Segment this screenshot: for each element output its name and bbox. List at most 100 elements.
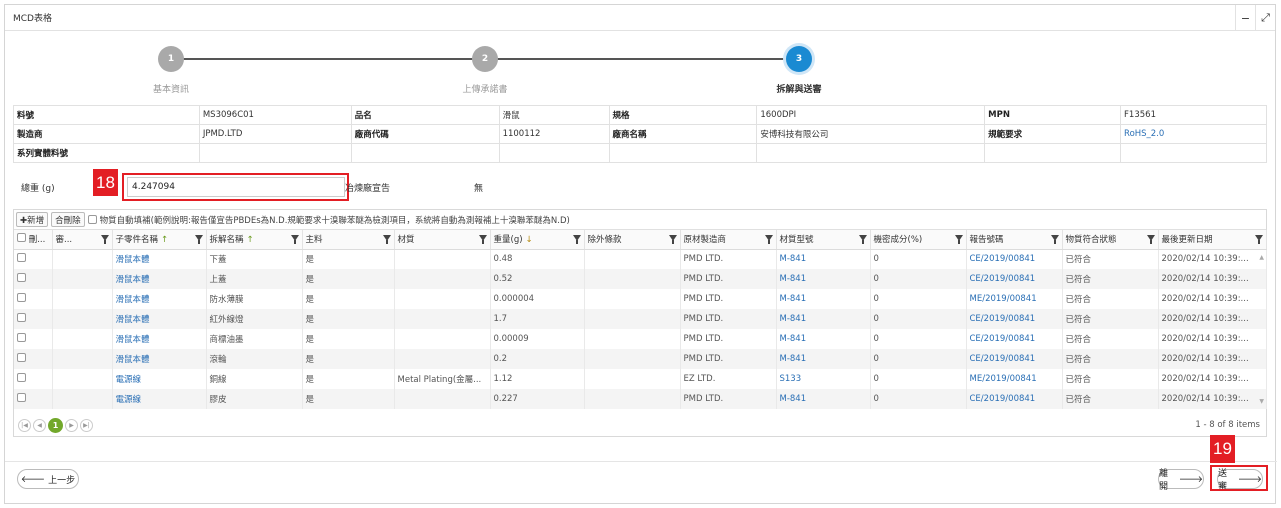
filter-icon[interactable]	[1050, 235, 1059, 244]
table-cell: 紅外線燈	[206, 309, 303, 329]
filter-icon[interactable]	[954, 235, 963, 244]
material-model-link[interactable]: M-841	[776, 329, 871, 349]
filter-icon[interactable]	[572, 235, 581, 244]
col-header-material[interactable]: 材質	[394, 230, 491, 250]
subpart-link[interactable]: 滑鼠本體	[112, 249, 207, 269]
table-cell	[584, 389, 681, 409]
subpart-link[interactable]: 滑鼠本體	[112, 329, 207, 349]
report-number-link[interactable]: CE/2019/00841	[966, 329, 1063, 349]
minimize-icon[interactable]: −	[1235, 5, 1255, 31]
first-page-icon[interactable]: |◀	[18, 418, 31, 432]
report-number-link[interactable]: ME/2019/00841	[966, 289, 1063, 309]
row-checkbox[interactable]	[17, 313, 26, 322]
scroll-up-icon[interactable]: ▲	[1259, 254, 1264, 261]
material-model-link[interactable]: M-841	[776, 309, 871, 329]
submit-review-button[interactable]: 送審 🡒	[1217, 469, 1263, 492]
row-checkbox[interactable]	[17, 253, 26, 263]
filter-icon[interactable]	[668, 235, 677, 244]
label-product-name: 品名	[350, 105, 500, 125]
subpart-link[interactable]: 電源線	[112, 369, 207, 389]
regulation-link[interactable]: RoHS_2.0	[1120, 124, 1267, 144]
filter-icon[interactable]	[764, 235, 773, 244]
material-model-link[interactable]: M-841	[776, 349, 871, 369]
scroll-down-icon[interactable]: ▼	[1259, 398, 1264, 405]
col-header-weight[interactable]: 重量(g) ↓	[490, 230, 585, 250]
select-all-checkbox[interactable]	[17, 233, 26, 243]
subpart-link[interactable]: 滑鼠本體	[112, 349, 207, 369]
value-product-name: 滑鼠	[498, 105, 610, 125]
col-header-exemption[interactable]: 除外條款	[584, 230, 681, 250]
table-row[interactable]: 電源線 銅線是 Metal Plating(金屬... 1.12 EZ LTD. S133…	[14, 369, 1267, 389]
col-header-review[interactable]: 審...	[52, 230, 113, 250]
row-checkbox[interactable]	[17, 333, 26, 342]
row-checkbox[interactable]	[17, 293, 26, 302]
col-header-subpart[interactable]: 子零件名稱 ↑	[112, 230, 207, 250]
expand-icon[interactable]: ⤢	[1255, 5, 1275, 31]
table-cell: 防水薄膜	[206, 289, 303, 309]
table-row[interactable]: 滑鼠本體 滾輪是 0.2 PMD LTD. M-841 0 CE/2019/00841 已符合…	[14, 349, 1267, 369]
col-header-disassembly[interactable]: 拆解名稱 ↑	[206, 230, 303, 250]
report-number-link[interactable]: CE/2019/00841	[966, 309, 1063, 329]
step-3-circle: 3	[786, 46, 812, 72]
table-cell	[584, 309, 681, 329]
col-header-report-no[interactable]: 報告號碼	[966, 230, 1063, 250]
total-weight-input[interactable]	[127, 177, 345, 197]
subpart-link[interactable]: 滑鼠本體	[112, 269, 207, 289]
report-number-link[interactable]: CE/2019/00841	[966, 389, 1063, 409]
filter-icon[interactable]	[1254, 235, 1263, 244]
col-header-updated[interactable]: 最後更新日期	[1158, 230, 1267, 250]
table-row[interactable]: 滑鼠本體 商標油墨是 0.00009 PMD LTD. M-841 0 CE/2019/00…	[14, 329, 1267, 349]
table-cell: 2020/02/14 10:39:...	[1158, 249, 1267, 269]
filter-icon[interactable]	[382, 235, 391, 244]
subpart-link[interactable]: 滑鼠本體	[112, 289, 207, 309]
sort-desc-icon: ↓	[525, 235, 533, 246]
subpart-link[interactable]: 電源線	[112, 389, 207, 409]
table-row[interactable]: 電源線 膠皮是 0.227 PMD LTD. M-841 0 CE/2019/00841 已符…	[14, 389, 1267, 409]
value-vendor-code: 1100112	[498, 124, 610, 144]
col-header-compliance[interactable]: 物質符合狀態	[1062, 230, 1159, 250]
table-cell: 上蓋	[206, 269, 303, 289]
leave-button[interactable]: 離開 🡒	[1158, 469, 1204, 492]
table-row[interactable]: 滑鼠本體 防水薄膜是 0.000004 PMD LTD. M-841 0 ME/2019/0…	[14, 289, 1267, 309]
page-number-button[interactable]: 1	[48, 417, 63, 433]
delete-button[interactable]: 合刪除	[51, 212, 85, 227]
report-number-link[interactable]: CE/2019/00841	[966, 249, 1063, 269]
material-model-link[interactable]: M-841	[776, 389, 871, 409]
col-header-delete[interactable]: 刪...	[14, 230, 53, 250]
filter-icon[interactable]	[290, 235, 299, 244]
row-checkbox[interactable]	[17, 353, 26, 362]
table-row[interactable]: 滑鼠本體 上蓋是 0.52 PMD LTD. M-841 0 CE/2019/00841 已符…	[14, 269, 1267, 289]
next-page-icon[interactable]: ▶	[65, 418, 78, 432]
row-checkbox[interactable]	[17, 393, 26, 402]
material-model-link[interactable]: M-841	[776, 249, 871, 269]
table-row[interactable]: 滑鼠本體 紅外線燈是 1.7 PMD LTD. M-841 0 CE/2019/00841 已…	[14, 309, 1267, 329]
value-mpn: F13561	[1120, 105, 1267, 125]
info-row: 料號 MS3096C01 品名 滑鼠 規格 1600DPI MPN F13561	[13, 105, 1267, 125]
report-number-link[interactable]: ME/2019/00841	[966, 369, 1063, 389]
filter-icon[interactable]	[478, 235, 487, 244]
last-page-icon[interactable]: ▶|	[80, 418, 93, 432]
row-checkbox[interactable]	[17, 373, 26, 382]
prev-page-icon[interactable]: ◀	[33, 418, 46, 432]
col-header-material-model[interactable]: 材質型號	[776, 230, 871, 250]
report-number-link[interactable]: CE/2019/00841	[966, 349, 1063, 369]
report-number-link[interactable]: CE/2019/00841	[966, 269, 1063, 289]
col-header-confidential[interactable]: 機密成分(%)	[870, 230, 967, 250]
material-model-link[interactable]: S133	[776, 369, 871, 389]
table-cell: PMD LTD.	[680, 349, 777, 369]
filter-icon[interactable]	[100, 235, 109, 244]
auto-fill-checkbox[interactable]	[87, 215, 97, 224]
add-button[interactable]: ✚新增	[16, 212, 49, 227]
back-button[interactable]: 🡐 上一步	[17, 469, 79, 489]
filter-icon[interactable]	[858, 235, 867, 244]
row-select-cell	[14, 309, 53, 329]
table-row[interactable]: 滑鼠本體 下蓋是 0.48 PMD LTD. M-841 0 CE/2019/00841 已符…	[14, 249, 1267, 269]
filter-icon[interactable]	[1146, 235, 1155, 244]
col-header-main[interactable]: 主料	[302, 230, 395, 250]
row-checkbox[interactable]	[17, 273, 26, 282]
material-model-link[interactable]: M-841	[776, 269, 871, 289]
subpart-link[interactable]: 滑鼠本體	[112, 309, 207, 329]
material-model-link[interactable]: M-841	[776, 289, 871, 309]
col-header-raw-manufacturer[interactable]: 原材製造商	[680, 230, 777, 250]
filter-icon[interactable]	[194, 235, 203, 244]
